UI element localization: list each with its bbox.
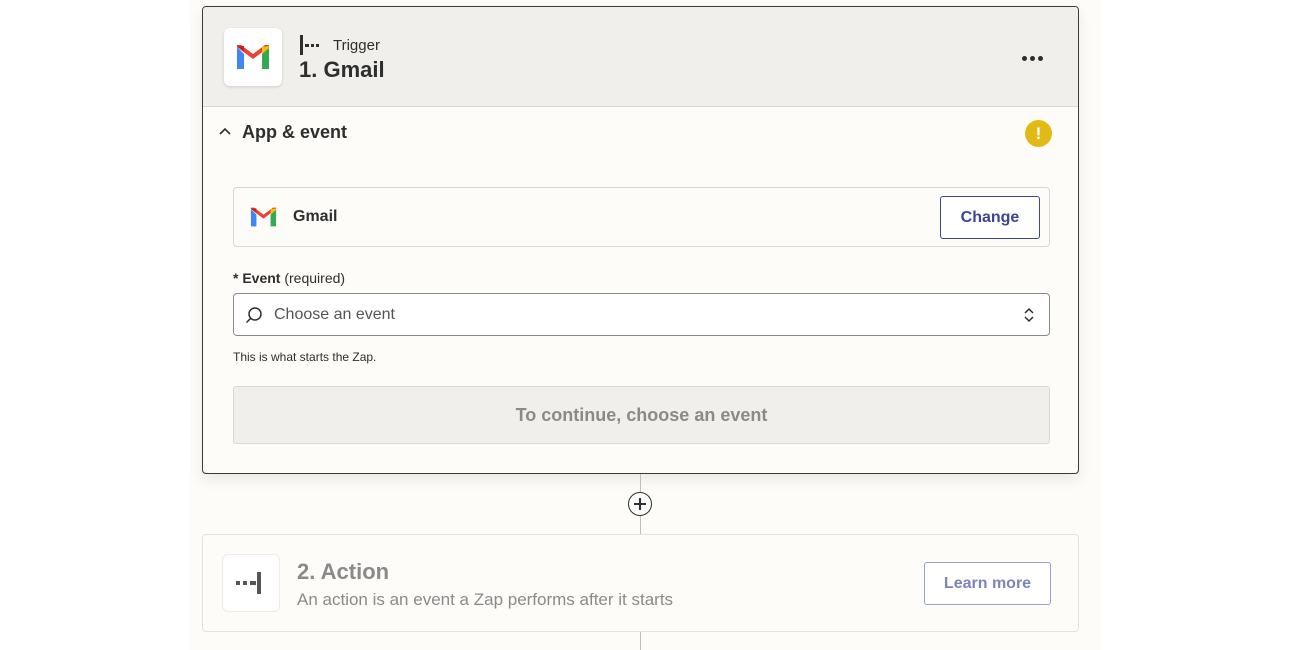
gmail-icon <box>250 207 277 227</box>
action-step-icon <box>236 572 261 594</box>
event-select-placeholder: Choose an event <box>274 306 395 323</box>
connector-line <box>640 632 641 650</box>
section-title: App & event <box>242 122 348 142</box>
gmail-app-tile <box>224 28 282 86</box>
more-dot-icon <box>1021 55 1027 61</box>
action-step-description: An action is an event a Zap performs aft… <box>297 590 674 609</box>
learn-more-button[interactable]: Learn more <box>924 562 1051 605</box>
connector-line <box>640 516 641 534</box>
event-field-label: * Event (required) <box>233 270 345 286</box>
trigger-step-icon <box>300 35 319 55</box>
add-step-button[interactable] <box>628 492 652 516</box>
event-helper-text: This is what starts the Zap. <box>233 350 377 364</box>
chevron-up-icon <box>219 127 231 135</box>
app-event-section-toggle[interactable]: App & event ! <box>203 107 1078 159</box>
more-dot-icon <box>1037 55 1043 61</box>
action-step-tile <box>222 554 280 612</box>
trigger-step-title: 1. Gmail <box>299 57 385 82</box>
event-label-hint: (required) <box>284 270 346 286</box>
required-marker: * <box>233 270 239 286</box>
event-select[interactable]: Choose an event <box>233 293 1050 336</box>
action-step-card[interactable]: 2. Action An action is an event a Zap pe… <box>202 534 1079 632</box>
warning-icon: ! <box>1025 120 1052 147</box>
trigger-step-header[interactable]: Trigger 1. Gmail <box>203 7 1078 107</box>
trigger-label-row: Trigger <box>299 34 380 56</box>
action-step-title: 2. Action <box>297 559 390 584</box>
gmail-icon <box>237 45 269 69</box>
trigger-type-label: Trigger <box>333 36 380 54</box>
event-label-text: Event <box>242 270 281 286</box>
selected-app-name: Gmail <box>293 208 338 225</box>
more-options-button[interactable] <box>1018 47 1046 69</box>
trigger-step-card: Trigger 1. Gmail App & event ! Gmail Cha… <box>202 6 1079 474</box>
plus-icon <box>634 498 646 510</box>
chevron-up-down-icon <box>1024 307 1034 323</box>
change-app-button[interactable]: Change <box>940 196 1040 239</box>
search-icon <box>245 307 262 324</box>
selected-app-row: Gmail Change <box>233 187 1050 247</box>
continue-button-disabled: To continue, choose an event <box>233 386 1050 444</box>
more-dot-icon <box>1029 55 1035 61</box>
connector-line <box>640 474 641 492</box>
